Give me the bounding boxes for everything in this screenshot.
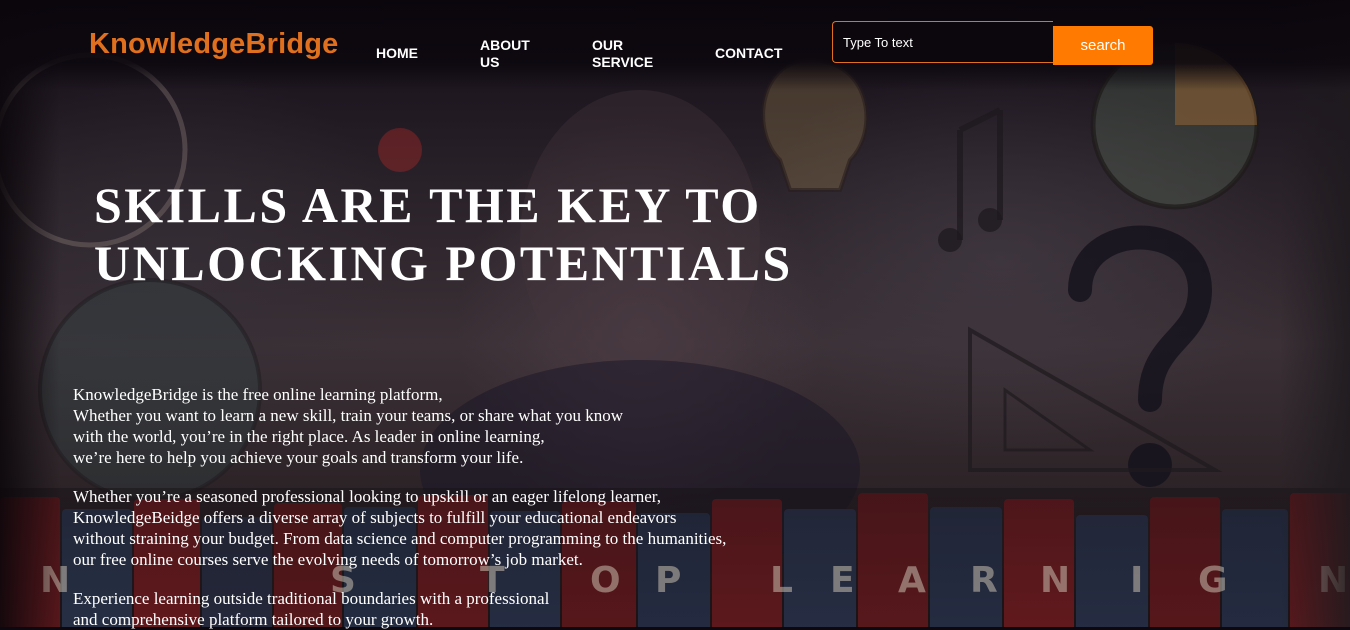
book-letter: I [1130,560,1144,601]
nav-home-link[interactable]: HOME [376,45,418,62]
book-letter: A [898,560,926,601]
question-mark-icon [1068,225,1213,412]
hero-headline-line1: SKILLS ARE THE KEY TO [94,177,762,233]
book-letter: E [830,560,855,601]
nav-contact-link[interactable]: CONTACT [715,45,782,62]
hero-paragraph-offerings: Whether you’re a seasoned professional l… [73,487,727,569]
top-navbar: KnowledgeBridge HOME ABOUT US OUR SERVIC… [0,0,1350,90]
hero-headline: SKILLS ARE THE KEY TO UNLOCKING POTENTIA… [94,176,793,292]
hero-headline-line2: UNLOCKING POTENTIALS [94,235,793,291]
nav-about-link[interactable]: ABOUT US [480,37,530,71]
site-logo[interactable]: KnowledgeBridge [89,28,339,61]
book-letter: G [1198,560,1228,601]
hero-paragraph-experience: Experience learning outside traditional … [73,589,550,629]
hero-shade-left [0,0,60,627]
search-input[interactable] [832,21,1053,63]
nav-service-link[interactable]: OUR SERVICE [592,37,653,71]
book-letter: R [970,560,998,601]
hero-shade-right [1280,0,1350,627]
search-button[interactable]: search [1053,26,1153,65]
molecule-icon [378,128,422,172]
hero-paragraph-intro: KnowledgeBridge is the free online learn… [73,385,623,467]
book-letter: N [1040,560,1071,601]
